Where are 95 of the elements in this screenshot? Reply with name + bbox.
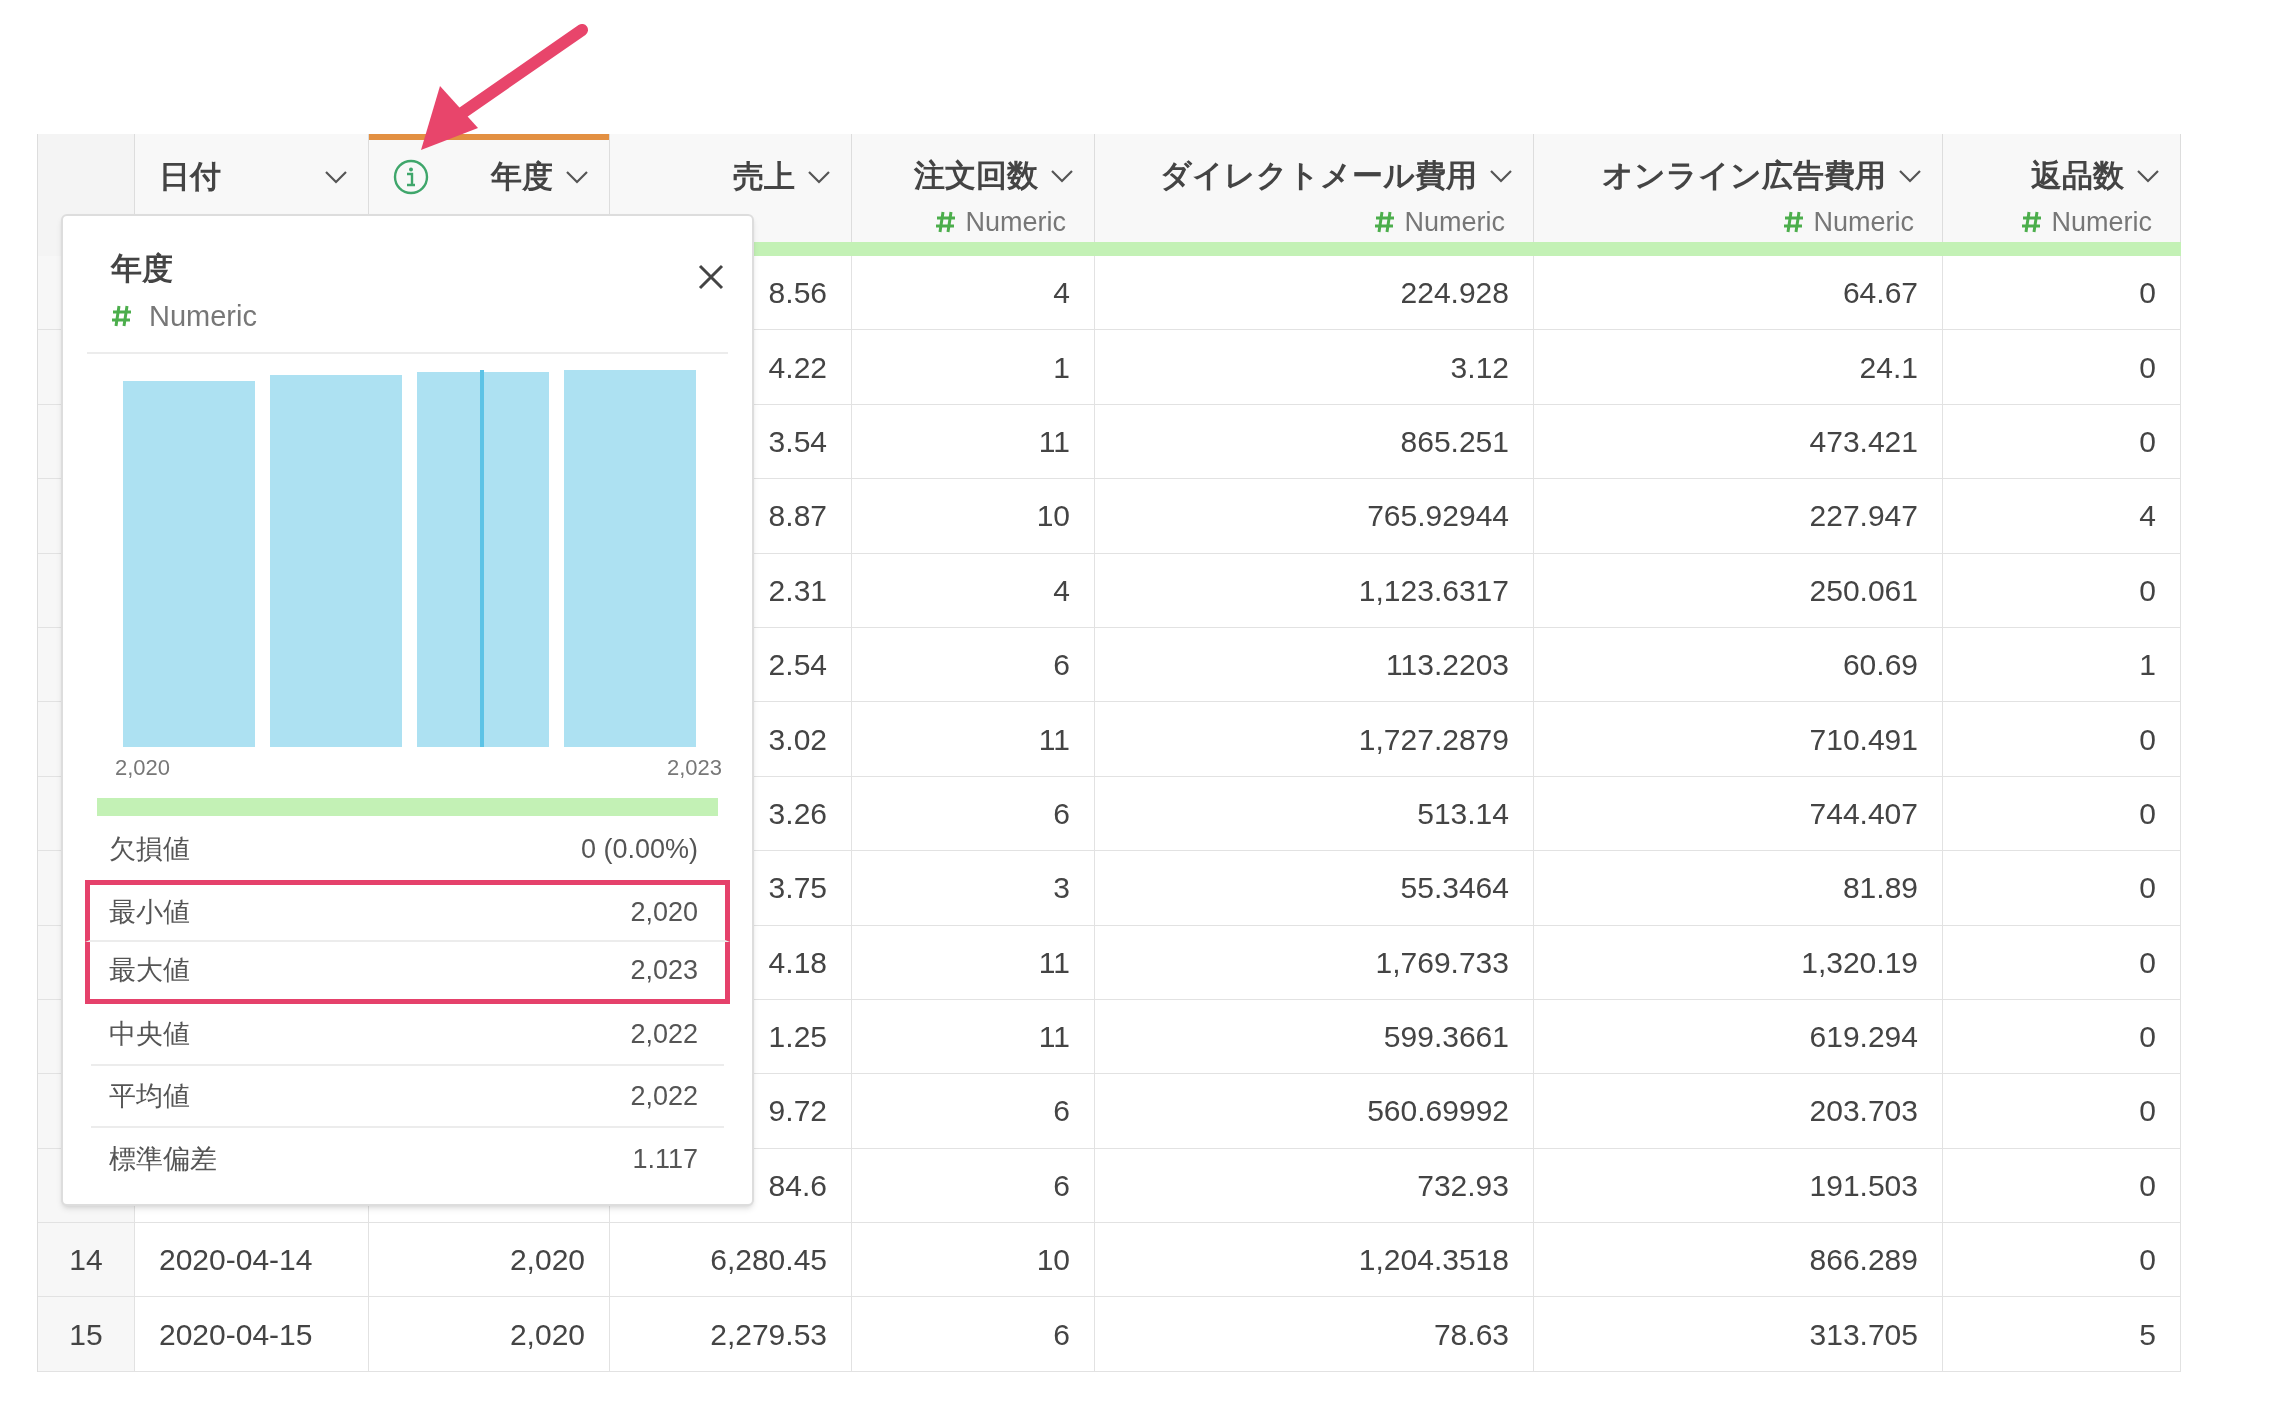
table-cell: 619.294 <box>1534 999 1943 1075</box>
table-cell: 5 <box>1943 1297 2181 1372</box>
table-cell: 227.947 <box>1534 479 1943 554</box>
table-cell: 0 <box>1943 776 2181 852</box>
column-header[interactable]: 返品数 Numeric <box>1943 134 2181 242</box>
table-cell: 11 <box>852 925 1095 1000</box>
table-cell: 710.491 <box>1534 702 1943 777</box>
column-title: 注文回数 <box>914 157 1038 195</box>
table-cell: 11 <box>852 702 1095 777</box>
table-cell: 732.93 <box>1095 1148 1534 1224</box>
column-title: 年度 <box>491 158 553 196</box>
column-title: オンライン広告費用 <box>1602 157 1886 195</box>
table-cell: 0 <box>1943 1074 2181 1149</box>
table-cell: 1,123.6317 <box>1095 553 1534 628</box>
stat-value: 2,022 <box>630 1079 698 1113</box>
table-cell: 744.407 <box>1534 776 1943 852</box>
table-cell: 3.12 <box>1095 330 1534 405</box>
stat-value: 2,023 <box>630 954 698 988</box>
axis-label: 2,020 <box>115 754 171 782</box>
table-cell: 0 <box>1943 330 2181 405</box>
stat-label: 欠損値 <box>109 832 190 866</box>
table-cell: 4 <box>852 553 1095 628</box>
table-cell: 2,279.53 <box>610 1297 852 1372</box>
table-cell: 865.251 <box>1095 404 1534 480</box>
table-cell: 0 <box>1943 1223 2181 1298</box>
table-cell: 4 <box>852 256 1095 331</box>
table-cell: 2020-04-15 <box>135 1297 369 1372</box>
stat-value: 2,022 <box>630 1017 698 1051</box>
table-cell: 2,020 <box>369 1223 610 1298</box>
table-cell: 78.63 <box>1095 1297 1534 1372</box>
table-cell: 0 <box>1943 553 2181 628</box>
table-cell: 6,280.45 <box>610 1223 852 1298</box>
table-cell: 224.928 <box>1095 256 1534 331</box>
table-cell: 203.703 <box>1534 1074 1943 1149</box>
table-cell: 2,020 <box>369 1297 610 1372</box>
table-cell: 11 <box>852 404 1095 480</box>
column-type: Numeric <box>1813 205 1914 239</box>
table-cell: 4 <box>1943 479 2181 554</box>
table-cell: 0 <box>1943 999 2181 1075</box>
stat-label: 最大値 <box>109 954 190 988</box>
table-cell: 64.67 <box>1534 256 1943 331</box>
table-cell: 2020-04-14 <box>135 1223 369 1298</box>
table-cell: 560.69992 <box>1095 1074 1534 1149</box>
column-type: Numeric <box>1404 205 1505 239</box>
column-type: Numeric <box>965 205 1066 239</box>
table-cell: 0 <box>1943 256 2181 331</box>
stat-label: 中央値 <box>109 1017 190 1051</box>
column-title: ダイレクトメール費用 <box>1160 157 1477 195</box>
column-title: 返品数 <box>2031 157 2124 195</box>
column-type: Numeric <box>2051 205 2152 239</box>
table-cell: 6 <box>852 776 1095 852</box>
table-cell: 113.2203 <box>1095 627 1534 703</box>
table-cell: 0 <box>1943 851 2181 926</box>
stat-label: 平均値 <box>109 1079 190 1113</box>
table-cell: 6 <box>852 1148 1095 1224</box>
column-type: Numeric <box>149 298 257 334</box>
table-cell: 765.92944 <box>1095 479 1534 554</box>
table-cell: 60.69 <box>1534 627 1943 703</box>
column-title: 売上 <box>733 158 795 196</box>
row-number: 14 <box>38 1223 135 1298</box>
column-header[interactable]: ダイレクトメール費用 Numeric <box>1095 134 1534 242</box>
column-header[interactable]: オンライン広告費用 Numeric <box>1534 134 1943 242</box>
table-cell: 0 <box>1943 925 2181 1000</box>
table-cell: 473.421 <box>1534 404 1943 480</box>
table-cell: 55.3464 <box>1095 851 1534 926</box>
table-cell: 1 <box>852 330 1095 405</box>
table-cell: 866.289 <box>1534 1223 1943 1298</box>
table-cell: 11 <box>852 999 1095 1075</box>
column-header[interactable]: 注文回数 Numeric <box>852 134 1095 242</box>
table-cell: 1,769.733 <box>1095 925 1534 1000</box>
table-cell: 191.503 <box>1534 1148 1943 1224</box>
table-cell: 0 <box>1943 404 2181 480</box>
table-cell: 10 <box>852 1223 1095 1298</box>
table-cell: 513.14 <box>1095 776 1534 852</box>
table-cell: 1 <box>1943 627 2181 703</box>
table-cell: 24.1 <box>1534 330 1943 405</box>
row-number: 15 <box>38 1297 135 1372</box>
popup-title: 年度 <box>111 250 174 288</box>
table-cell: 313.705 <box>1534 1297 1943 1372</box>
table-cell: 3 <box>852 851 1095 926</box>
table-cell: 599.3661 <box>1095 999 1534 1075</box>
table-cell: 10 <box>852 479 1095 554</box>
column-title: 日付 <box>159 158 221 196</box>
table-cell: 6 <box>852 1297 1095 1372</box>
table-cell: 0 <box>1943 702 2181 777</box>
table-cell: 250.061 <box>1534 553 1943 628</box>
table-cell: 1,320.19 <box>1534 925 1943 1000</box>
table-cell: 6 <box>852 1074 1095 1149</box>
table-cell: 0 <box>1943 1148 2181 1224</box>
stat-label: 標準偏差 <box>109 1142 217 1176</box>
table-cell: 1,727.2879 <box>1095 702 1534 777</box>
stat-label: 最小値 <box>109 896 190 930</box>
table-cell: 6 <box>852 627 1095 703</box>
table-cell: 1,204.3518 <box>1095 1223 1534 1298</box>
table-cell: 81.89 <box>1534 851 1943 926</box>
